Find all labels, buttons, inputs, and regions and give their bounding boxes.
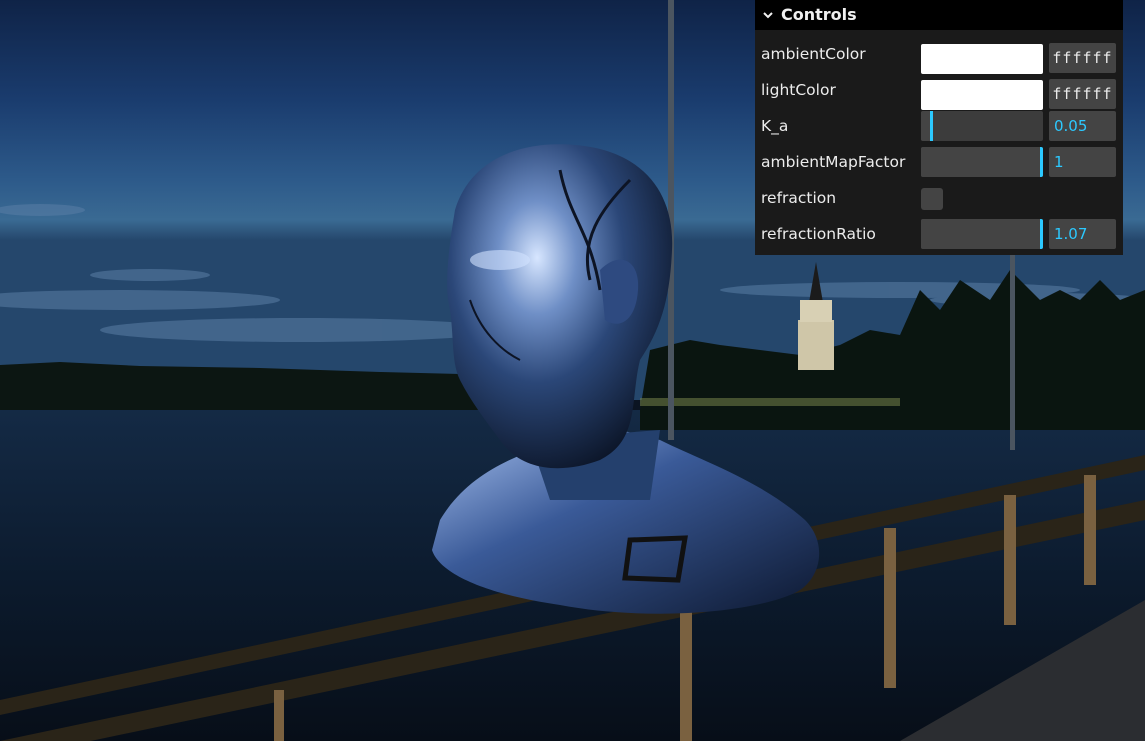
control-label: lightColor — [761, 81, 836, 99]
control-label: ambientMapFactor — [761, 153, 906, 171]
k-a-value-input[interactable]: 0.05 — [1049, 111, 1116, 141]
refraction-ratio-value-input[interactable]: 1.07 — [1049, 219, 1116, 249]
control-row-K_a: K_a 0.05 — [755, 108, 1123, 144]
control-row-lightColor: lightColor ffffff — [755, 72, 1123, 110]
slider-thumb[interactable] — [1040, 147, 1043, 177]
light-color-swatch[interactable] — [921, 80, 1043, 110]
chevron-down-icon — [763, 12, 773, 19]
control-label: refraction — [761, 189, 837, 207]
k-a-slider[interactable] — [921, 111, 1043, 141]
slider-fill — [921, 219, 1043, 249]
control-label: refractionRatio — [761, 225, 876, 243]
controls-panel-header[interactable]: Controls — [755, 0, 1123, 30]
refraction-checkbox[interactable] — [921, 188, 943, 210]
slider-fill — [921, 147, 1043, 177]
control-row-refractionRatio: refractionRatio 1.07 — [755, 216, 1123, 252]
ambient-color-swatch[interactable] — [921, 44, 1043, 74]
control-row-refraction: refraction — [755, 180, 1123, 216]
controls-panel: Controls ambientColor ffffff lightColor … — [755, 0, 1123, 255]
ambient-color-hex-input[interactable]: ffffff — [1049, 43, 1116, 73]
control-label: ambientColor — [761, 45, 866, 63]
refraction-ratio-slider[interactable] — [921, 219, 1043, 249]
slider-thumb[interactable] — [1040, 219, 1043, 249]
control-row-ambientMapFactor: ambientMapFactor 1 — [755, 144, 1123, 180]
slider-thumb[interactable] — [930, 111, 933, 141]
control-row-ambientColor: ambientColor ffffff — [755, 36, 1123, 74]
panel-title: Controls — [781, 5, 857, 24]
light-color-hex-input[interactable]: ffffff — [1049, 79, 1116, 109]
control-label: K_a — [761, 117, 789, 135]
ambient-map-factor-value-input[interactable]: 1 — [1049, 147, 1116, 177]
ambient-map-factor-slider[interactable] — [921, 147, 1043, 177]
